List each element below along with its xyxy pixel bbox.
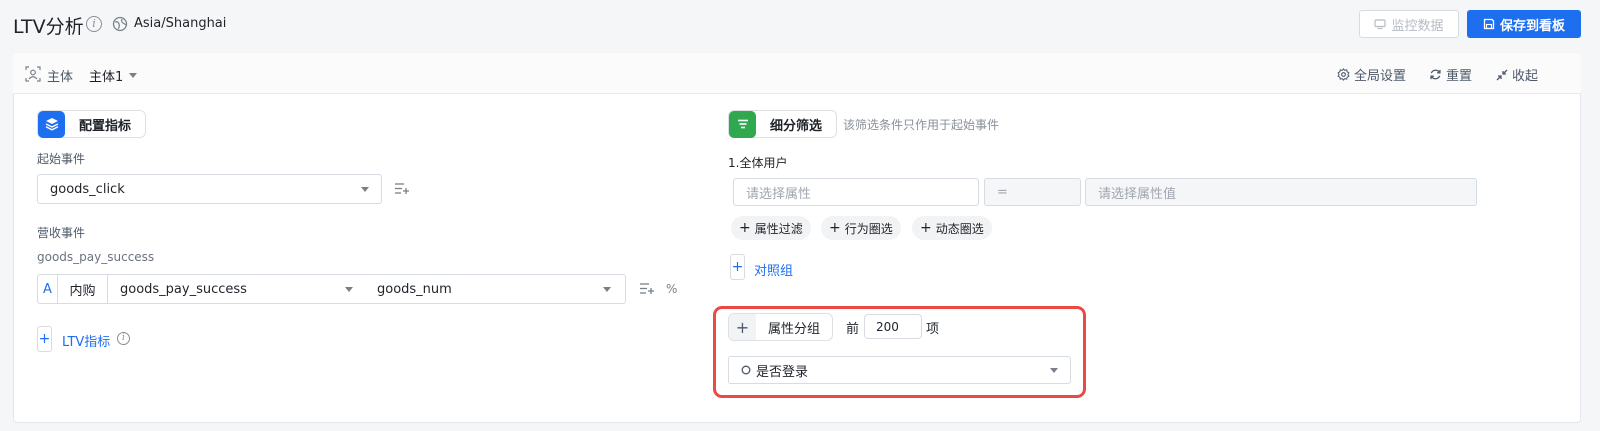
add-property-filter-chip[interactable]: + 属性过滤: [731, 216, 811, 240]
revenue-event-row: A 内购 goods_pay_success goods_num: [37, 274, 626, 304]
ltv-metric-link[interactable]: LTV指标: [62, 331, 110, 350]
save-to-dashboard-label: 保存到看板: [1499, 18, 1565, 34]
property-placeholder: 请选择属性: [746, 186, 812, 202]
page-title: LTV分析: [13, 16, 84, 38]
filter-hint: 该筛选条件只作用于起始事件: [843, 118, 1000, 132]
config-metrics-section[interactable]: 配置指标: [37, 110, 147, 138]
globe-icon: [112, 16, 128, 32]
reset-label: 重置: [1446, 69, 1473, 84]
refresh-icon: [1430, 69, 1441, 80]
chevron-down-icon: [129, 73, 138, 78]
add-behavior-filter-chip[interactable]: + 行为圈选: [821, 216, 901, 240]
subject-value: 主体1: [89, 70, 124, 85]
info-icon[interactable]: i: [86, 16, 102, 32]
start-event-select[interactable]: goods_click: [37, 174, 382, 204]
percent-toggle[interactable]: %: [666, 282, 677, 296]
operator-value: =: [997, 184, 1008, 200]
filter-add-icon[interactable]: [395, 183, 409, 195]
monitor-data-button[interactable]: 监控数据: [1359, 10, 1459, 38]
behavior-filter-label: 行为圈选: [844, 221, 893, 236]
user-group-label: 1.全体用户: [728, 156, 788, 170]
config-metrics-label: 配置指标: [79, 118, 132, 134]
property-filter-label: 属性过滤: [754, 221, 803, 236]
global-settings-button[interactable]: 全局设置: [1337, 65, 1406, 84]
gear-icon: [1337, 68, 1350, 81]
revenue-event-value: goods_pay_success: [120, 281, 247, 297]
add-dynamic-filter-chip[interactable]: + 动态圈选: [912, 216, 992, 240]
save-icon: [1483, 18, 1495, 30]
info-icon[interactable]: i: [117, 332, 130, 345]
operator-select[interactable]: =: [984, 178, 1081, 206]
property-select[interactable]: 请选择属性: [733, 178, 979, 206]
revenue-event-label: 营收事件: [37, 226, 86, 240]
aggregation-type-badge[interactable]: A: [38, 275, 58, 303]
reset-button[interactable]: 重置: [1429, 65, 1472, 84]
revenue-event-select[interactable]: goods_pay_success: [108, 275, 365, 303]
plus-icon: +: [920, 220, 932, 236]
plus-icon: +: [829, 220, 841, 236]
revenue-event-name: goods_pay_success: [37, 250, 155, 264]
add-ltv-metric-button[interactable]: +: [37, 326, 52, 352]
subject-label: 主体: [47, 70, 74, 85]
collapse-icon: [1496, 69, 1508, 80]
segment-filter-section[interactable]: 细分筛选: [728, 110, 838, 138]
start-event-label: 起始事件: [37, 152, 86, 166]
add-compare-group-button[interactable]: +: [730, 254, 745, 280]
filter-add-icon[interactable]: [640, 283, 654, 295]
save-to-dashboard-button[interactable]: 保存到看板: [1467, 10, 1581, 38]
revenue-type-label[interactable]: 内购: [58, 275, 108, 303]
collapse-button[interactable]: 收起: [1496, 65, 1538, 84]
global-settings-label: 全局设置: [1354, 69, 1407, 84]
monitor-data-label: 监控数据: [1391, 18, 1444, 34]
monitor-icon: [1374, 19, 1387, 30]
timezone-label[interactable]: Asia/Shanghai: [134, 16, 226, 31]
compare-group-link[interactable]: 对照组: [754, 260, 793, 279]
start-event-value: goods_click: [50, 181, 125, 197]
highlight-box: [713, 306, 1086, 398]
segment-filter-label: 细分筛选: [770, 118, 823, 134]
user-scan-icon: [25, 66, 41, 82]
chevron-down-icon: [603, 286, 611, 292]
layers-icon: [38, 110, 65, 138]
subject-select[interactable]: 主体1: [89, 66, 138, 85]
chevron-down-icon: [361, 186, 369, 192]
collapse-label: 收起: [1512, 69, 1539, 84]
revenue-property-value: goods_num: [377, 281, 452, 297]
filter-icon: [729, 110, 756, 138]
revenue-property-select[interactable]: goods_num: [365, 275, 625, 303]
dynamic-filter-label: 动态圈选: [935, 221, 984, 236]
property-value-placeholder: 请选择属性值: [1098, 186, 1177, 202]
plus-icon: +: [739, 220, 751, 236]
property-value-select[interactable]: 请选择属性值: [1085, 178, 1477, 206]
chevron-down-icon: [345, 286, 353, 292]
